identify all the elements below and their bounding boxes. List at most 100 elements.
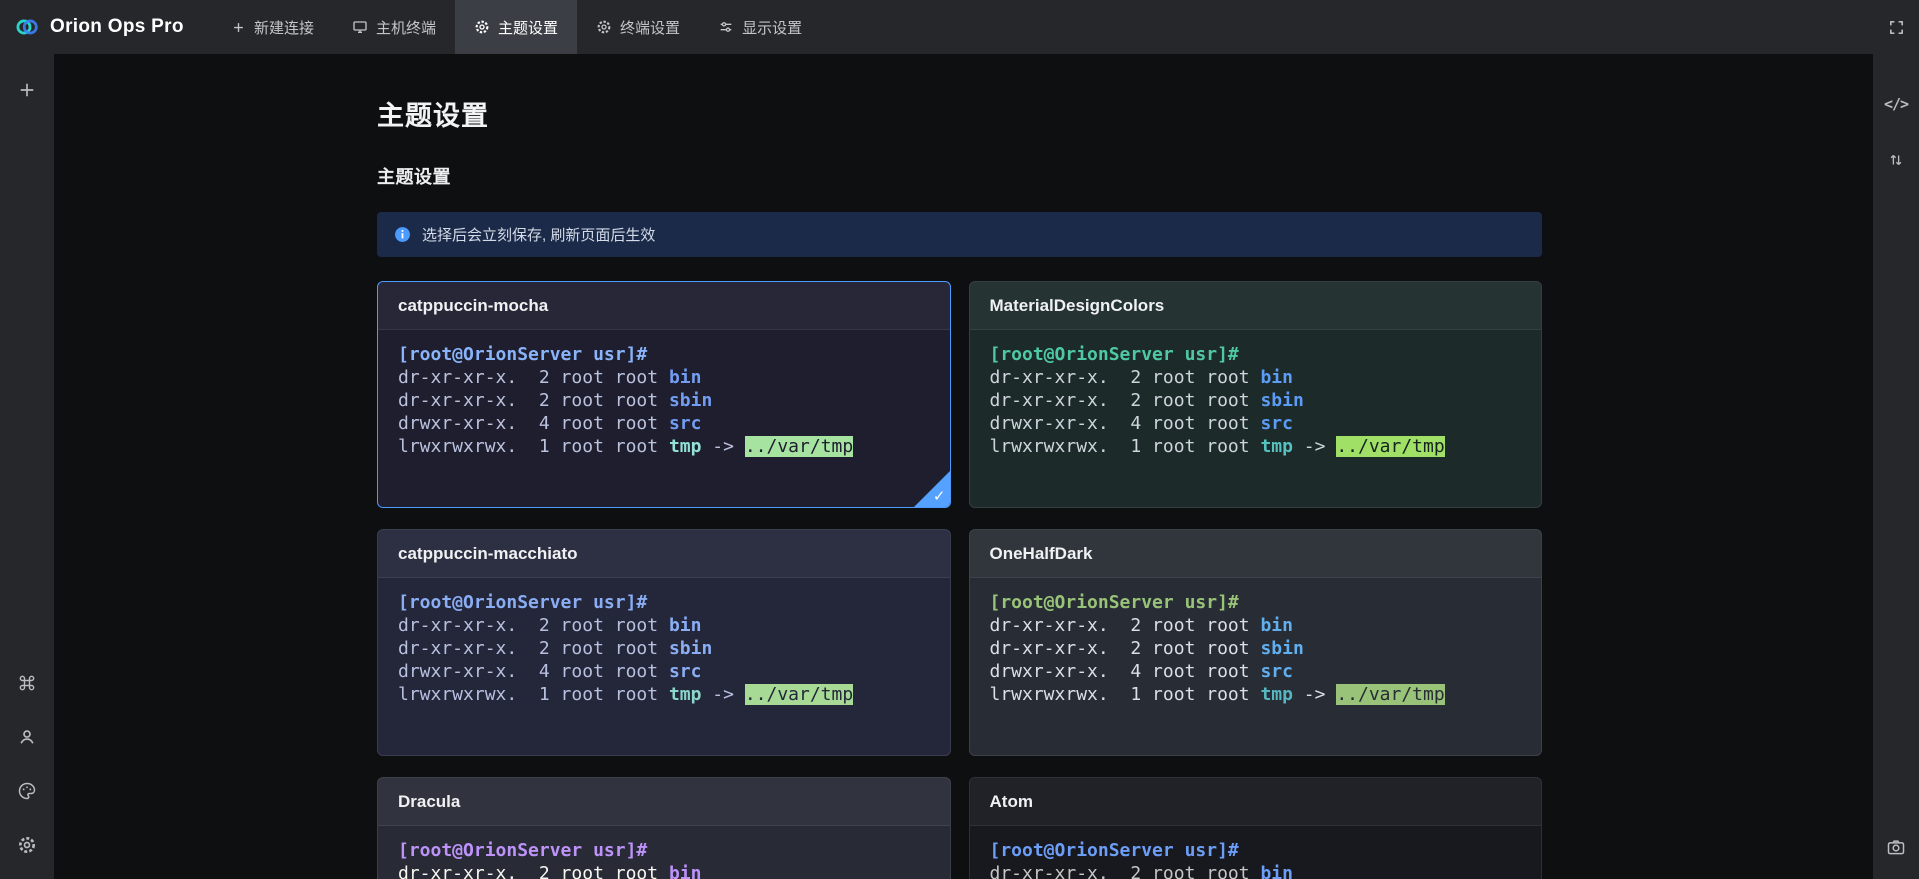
terminal-line: dr-xr-xr-x. 2 root root bin (990, 862, 1522, 879)
theme-card-catppuccin-mocha[interactable]: catppuccin-mocha[root@OrionServer usr]#d… (377, 281, 951, 508)
terminal-line: [root@OrionServer usr]# (398, 591, 930, 614)
terminal-line: dr-xr-xr-x. 2 root root bin (398, 366, 930, 389)
sliders-icon (718, 19, 734, 35)
theme-grid: catppuccin-mocha[root@OrionServer usr]#d… (377, 281, 1542, 879)
theme-card-title: MaterialDesignColors (970, 282, 1542, 330)
terminal-line: drwxr-xr-x. 4 root root src (990, 412, 1522, 435)
nav-item-label: 新建连接 (254, 17, 314, 38)
terminal-line: [root@OrionServer usr]# (990, 839, 1522, 862)
theme-card-Dracula[interactable]: Dracula[root@OrionServer usr]#dr-xr-xr-x… (377, 777, 951, 879)
terminal-line: dr-xr-xr-x. 2 root root sbin (398, 389, 930, 412)
terminal-text: src (1260, 661, 1293, 682)
left-rail-bottom-group (11, 667, 43, 861)
main-area: 主题设置 主题设置 选择后会立刻保存, 刷新页面后生效 catppuccin-m… (54, 54, 1873, 879)
terminal-text: bin (1260, 863, 1293, 879)
terminal-text: sbin (669, 638, 712, 659)
terminal-text: [root@OrionServer usr]# (398, 344, 647, 365)
terminal-text: bin (669, 615, 702, 636)
section-title: 主题设置 (377, 163, 1542, 189)
terminal-text: -> (1293, 436, 1336, 457)
camera-icon (1886, 837, 1906, 857)
terminal-text: dr-xr-xr-x. 2 root root (990, 390, 1261, 411)
terminal-text: drwxr-xr-x. 4 root root (990, 413, 1261, 434)
terminal-text: lrwxrwxrwx. 1 root root (398, 684, 669, 705)
command-palette-button[interactable] (11, 667, 43, 699)
nav-item-new-connection[interactable]: 新建连接 (212, 0, 333, 54)
terminal-text: bin (669, 863, 702, 879)
terminal-line: lrwxrwxrwx. 1 root root tmp -> ../var/tm… (398, 435, 930, 458)
content-column: 主题设置 主题设置 选择后会立刻保存, 刷新页面后生效 catppuccin-m… (377, 94, 1542, 879)
right-sidebar: </> (1873, 54, 1919, 879)
theme-palette-button[interactable] (11, 775, 43, 807)
terminal-preview: [root@OrionServer usr]#dr-xr-xr-x. 2 roo… (970, 826, 1542, 879)
page-title: 主题设置 (377, 94, 1542, 133)
terminal-line: drwxr-xr-x. 4 root root src (398, 660, 930, 683)
sort-button[interactable] (1880, 144, 1912, 176)
terminal-line: dr-xr-xr-x. 2 root root bin (398, 862, 930, 879)
terminal-text: [root@OrionServer usr]# (990, 592, 1239, 613)
nav-item-host-terminal[interactable]: 主机终端 (333, 0, 455, 54)
terminal-text: src (1260, 413, 1293, 434)
gear-icon (17, 835, 37, 855)
info-icon (394, 226, 411, 243)
terminal-text: [root@OrionServer usr]# (990, 840, 1239, 861)
plus-icon (17, 80, 37, 100)
nav-item-label: 主题设置 (498, 17, 558, 38)
terminal-text: sbin (1260, 638, 1303, 659)
terminal-text: dr-xr-xr-x. 2 root root (990, 863, 1261, 879)
terminal-text: -> (1293, 684, 1336, 705)
terminal-text: drwxr-xr-x. 4 root root (990, 661, 1261, 682)
terminal-preview: [root@OrionServer usr]#dr-xr-xr-x. 2 roo… (378, 826, 950, 879)
terminal-line: dr-xr-xr-x. 2 root root sbin (398, 637, 930, 660)
app-logo-icon (14, 14, 40, 40)
fullscreen-icon[interactable] (1873, 0, 1919, 54)
theme-card-MaterialDesignColors[interactable]: MaterialDesignColors[root@OrionServer us… (969, 281, 1543, 508)
terminal-monitor-icon (352, 19, 368, 35)
terminal-line: drwxr-xr-x. 4 root root src (398, 412, 930, 435)
code-icon: </> (1884, 95, 1908, 113)
terminal-line: [root@OrionServer usr]# (990, 343, 1522, 366)
brand: Orion Ops Pro (0, 14, 212, 40)
terminal-text: tmp (669, 436, 702, 457)
theme-card-OneHalfDark[interactable]: OneHalfDark[root@OrionServer usr]#dr-xr-… (969, 529, 1543, 756)
terminal-line: lrwxrwxrwx. 1 root root tmp -> ../var/tm… (990, 683, 1522, 706)
nav-item-theme-settings[interactable]: 主题设置 (455, 0, 577, 54)
terminal-text: drwxr-xr-x. 4 root root (398, 661, 669, 682)
plus-icon (231, 20, 246, 35)
terminal-line: [root@OrionServer usr]# (990, 591, 1522, 614)
theme-card-Atom[interactable]: Atom[root@OrionServer usr]#dr-xr-xr-x. 2… (969, 777, 1543, 879)
terminal-text: tmp (1260, 436, 1293, 457)
terminal-line: dr-xr-xr-x. 2 root root sbin (990, 637, 1522, 660)
nav-item-label: 显示设置 (742, 17, 802, 38)
nav-item-display-settings[interactable]: 显示设置 (699, 0, 821, 54)
terminal-text: dr-xr-xr-x. 2 root root (990, 367, 1261, 388)
nav-item-terminal-settings[interactable]: 终端设置 (577, 0, 699, 54)
terminal-text: src (669, 413, 702, 434)
nav-item-label: 终端设置 (620, 17, 680, 38)
terminal-text: -> (701, 436, 744, 457)
screenshot-button[interactable] (1880, 831, 1912, 863)
code-snippets-button[interactable]: </> (1880, 88, 1912, 120)
theme-card-catppuccin-macchiato[interactable]: catppuccin-macchiato [root@OrionServer us… (377, 529, 951, 756)
user-button[interactable] (11, 721, 43, 753)
terminal-text: drwxr-xr-x. 4 root root (398, 413, 669, 434)
terminal-text: [root@OrionServer usr]# (398, 592, 647, 613)
terminal-line: dr-xr-xr-x. 2 root root bin (990, 614, 1522, 637)
terminal-text: bin (1260, 615, 1293, 636)
terminal-text: ../var/tmp (1336, 436, 1444, 457)
add-tab-button[interactable] (11, 74, 43, 106)
terminal-line: dr-xr-xr-x. 2 root root bin (398, 614, 930, 637)
theme-card-title: OneHalfDark (970, 530, 1542, 578)
left-sidebar (0, 54, 54, 879)
app-title: Orion Ops Pro (50, 16, 184, 38)
terminal-text: ../var/tmp (745, 684, 853, 705)
theme-card-title: catppuccin-macchiato (378, 530, 950, 578)
gear-icon (474, 19, 490, 35)
terminal-text: [root@OrionServer usr]# (990, 344, 1239, 365)
terminal-preview: [root@OrionServer usr]#dr-xr-xr-x. 2 roo… (970, 578, 1542, 719)
theme-card-title: Dracula (378, 778, 950, 826)
user-icon (17, 727, 37, 747)
settings-button[interactable] (11, 829, 43, 861)
theme-card-title: Atom (970, 778, 1542, 826)
terminal-preview: [root@OrionServer usr]#dr-xr-xr-x. 2 roo… (970, 330, 1542, 471)
